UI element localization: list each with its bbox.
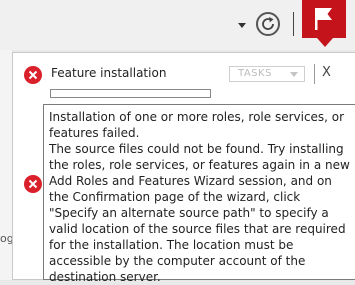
chevron-down-icon[interactable] [238, 23, 246, 28]
refresh-icon [262, 17, 274, 30]
close-notification-button[interactable]: X [322, 65, 331, 80]
notifications-flag-button[interactable] [302, 0, 346, 38]
tooltip-details: The source files could not be found. Try… [49, 142, 350, 284]
tooltip-summary: Installation of one or more roles, role … [49, 110, 345, 140]
server-manager-toolbar [0, 0, 355, 50]
tasks-dropdown[interactable]: TASKS [229, 66, 305, 82]
toolbar-divider [293, 12, 294, 36]
separator [314, 64, 315, 84]
error-details-tooltip: Installation of one or more roles, role … [43, 104, 355, 284]
error-icon [24, 175, 42, 193]
notification-title: Feature installation [51, 66, 167, 80]
tasks-label: TASKS [238, 68, 272, 79]
background-strip [0, 50, 12, 280]
notification-flag-icon [315, 8, 332, 30]
installation-progress-bar [50, 89, 211, 98]
refresh-button[interactable] [256, 12, 280, 36]
error-icon [24, 66, 42, 84]
flag-pointer [317, 38, 333, 47]
chevron-down-icon [290, 72, 298, 77]
